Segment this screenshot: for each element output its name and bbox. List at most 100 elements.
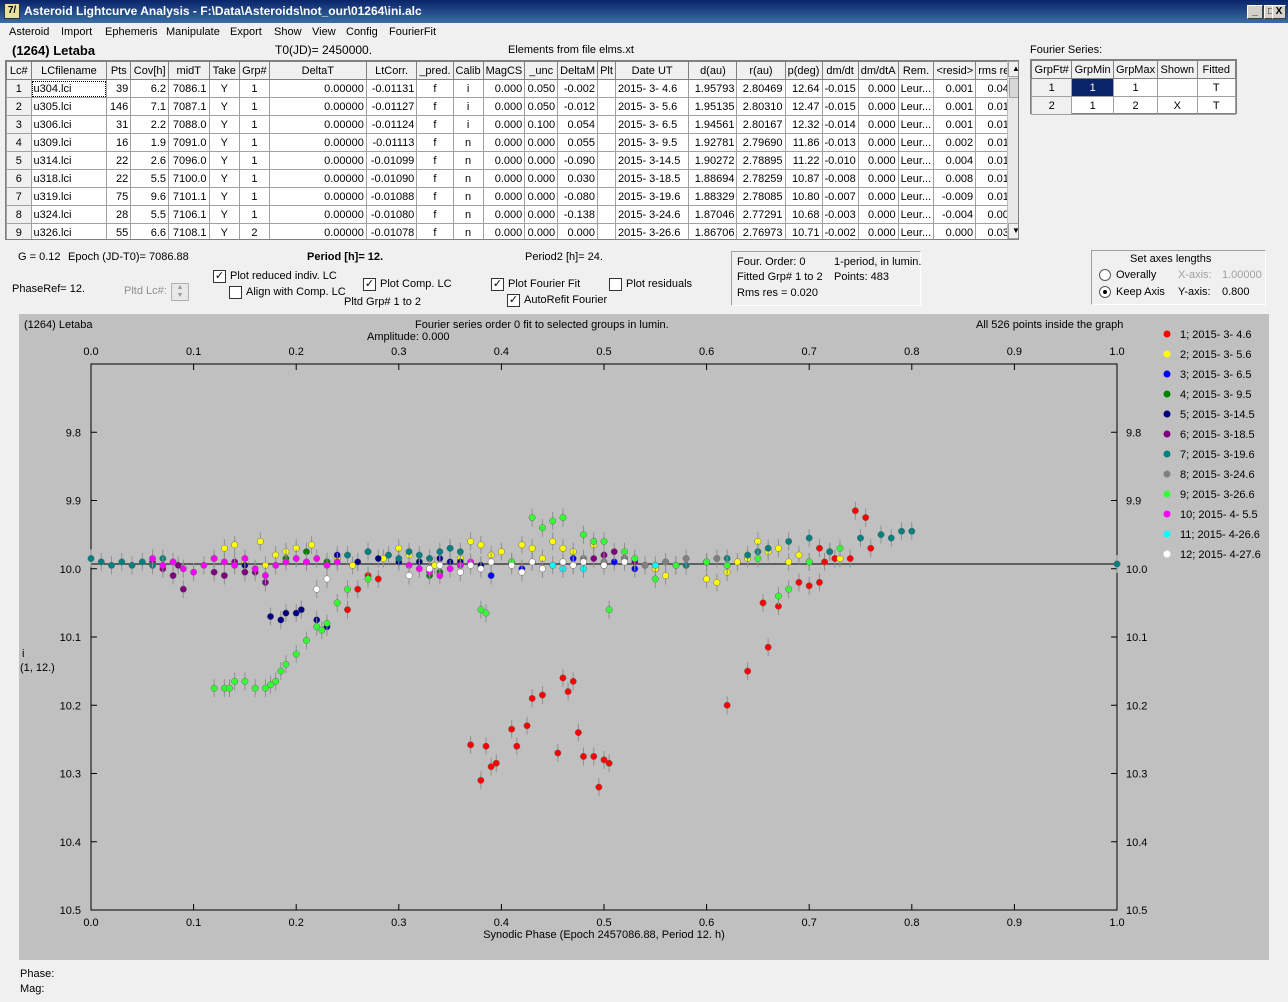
table-cell[interactable]: 1.90272 [688, 151, 738, 170]
table-cell[interactable]: -0.013 [821, 133, 859, 152]
table-cell[interactable]: f [416, 79, 454, 98]
table-cell[interactable]: -0.090 [557, 151, 599, 170]
table-cell[interactable]: 2.78259 [736, 169, 786, 188]
phaseref-value[interactable]: PhaseRef= 12. [12, 283, 85, 295]
column-header[interactable]: Calib [452, 61, 484, 80]
table-cell[interactable]: 1.95793 [688, 79, 738, 98]
table-cell[interactable]: -0.01113 [365, 133, 418, 152]
table-cell[interactable]: 5.5 [130, 205, 170, 224]
table-cell[interactable]: f [416, 187, 454, 206]
table-row[interactable]: 2 u305.lci 146 7.1 7087.1 Y 1 0.00000 -0.01127 f i… [6, 97, 1018, 116]
table-cell[interactable]: 2.80469 [736, 79, 786, 98]
table-cell[interactable]: 7101.1 [168, 187, 210, 206]
table-cell[interactable]: 0.000 [482, 151, 526, 170]
table-row[interactable]: 9 u326.lci 55 6.6 7108.1 Y 2 0.00000 -0.01078 f n 0… [6, 223, 1018, 239]
column-header[interactable]: Rem. [897, 61, 935, 80]
table-cell[interactable]: 0.000 [524, 187, 559, 206]
table-cell[interactable] [597, 115, 616, 134]
table-cell[interactable]: 7108.1 [168, 223, 210, 239]
table-cell[interactable]: f [416, 205, 454, 224]
table-cell[interactable]: n [452, 151, 484, 170]
period2-value[interactable]: Period2 [h]= 24. [525, 251, 603, 263]
table-cell[interactable]: Y [208, 133, 240, 152]
menu-import[interactable]: Import [61, 26, 92, 38]
table-cell[interactable]: n [452, 223, 484, 239]
column-header[interactable]: d(au) [688, 61, 738, 80]
table-row[interactable]: 8 u324.lci 28 5.5 7106.1 Y 1 0.00000 -0.01080 f n 0… [6, 205, 1018, 224]
column-header[interactable]: Grp# [238, 61, 270, 80]
table-cell[interactable]: 1.86706 [688, 223, 738, 239]
table-cell[interactable]: 75 [106, 187, 132, 206]
row-header[interactable]: 6 [6, 169, 32, 188]
table-cell[interactable]: Y [208, 115, 240, 134]
table-cell[interactable]: 2015- 3-24.6 [614, 205, 690, 224]
table-cell[interactable]: -0.010 [821, 151, 859, 170]
plot-fourier-checkbox[interactable]: ✓ [491, 278, 504, 291]
table-cell[interactable]: 0.050 [524, 97, 559, 116]
table-cell[interactable]: 7088.0 [168, 115, 210, 134]
table-cell[interactable]: -0.007 [821, 187, 859, 206]
column-header[interactable]: DeltaM [557, 61, 599, 80]
table-cell[interactable]: 2015- 3- 5.6 [614, 97, 690, 116]
table-cell[interactable]: 0.00000 [268, 223, 367, 239]
table-cell[interactable]: 0.000 [857, 151, 899, 170]
menu-config[interactable]: Config [346, 26, 378, 38]
table-cell[interactable]: 1 [238, 187, 270, 206]
table-cell[interactable]: Leur... [897, 79, 935, 98]
table-cell[interactable]: -0.01131 [365, 79, 418, 98]
table-cell[interactable]: u326.lci [30, 223, 108, 239]
table-cell[interactable]: -0.002 [557, 79, 599, 98]
table-cell[interactable]: 0.000 [482, 187, 526, 206]
table-cell[interactable]: u324.lci [30, 205, 108, 224]
table-cell[interactable]: 1.88694 [688, 169, 738, 188]
column-header[interactable]: Plt [597, 61, 616, 80]
table-cell[interactable] [597, 223, 616, 239]
table-cell[interactable]: f [416, 151, 454, 170]
table-row[interactable]: 1 u304.lci 39 6.2 7086.1 Y 1 0.00000 -0.01131 f i 0… [6, 79, 1018, 98]
table-cell[interactable]: -0.014 [821, 115, 859, 134]
plot-comp-checkbox[interactable]: ✓ [363, 278, 376, 291]
table-cell[interactable]: 146 [106, 97, 132, 116]
scroll-thumb[interactable] [1009, 78, 1018, 98]
fourier-column-header[interactable]: GrpMax [1112, 60, 1159, 79]
table-cell[interactable]: 1.95135 [688, 97, 738, 116]
column-header[interactable]: Lc# [6, 61, 32, 80]
table-cell[interactable]: -0.01090 [365, 169, 418, 188]
column-header[interactable]: dm/dt [821, 61, 859, 80]
table-cell[interactable]: 0.000 [857, 79, 899, 98]
row-header[interactable]: 4 [6, 133, 32, 152]
table-cell[interactable]: n [452, 169, 484, 188]
autorefit-checkbox[interactable]: ✓ [507, 294, 520, 307]
table-cell[interactable]: 0.00000 [268, 187, 367, 206]
table-cell[interactable]: 0.001 [933, 97, 977, 116]
table-cell[interactable]: 0.030 [557, 169, 599, 188]
table-cell[interactable]: 10.87 [784, 169, 823, 188]
fourier-cell[interactable]: 2 [1112, 96, 1159, 115]
table-cell[interactable]: 31 [106, 115, 132, 134]
table-cell[interactable]: 0.054 [557, 115, 599, 134]
plot-reduced-checkbox[interactable]: ✓ [213, 270, 226, 283]
table-cell[interactable]: Leur... [897, 115, 935, 134]
table-cell[interactable]: 0.000 [524, 205, 559, 224]
table-cell[interactable]: 0.001 [933, 115, 977, 134]
minimize-button[interactable]: _ [1247, 5, 1263, 19]
table-cell[interactable]: 7.1 [130, 97, 170, 116]
table-cell[interactable]: n [452, 205, 484, 224]
table-cell[interactable]: 0.00000 [268, 151, 367, 170]
table-cell[interactable]: 1 [238, 151, 270, 170]
table-cell[interactable]: 0.000 [857, 133, 899, 152]
fourier-cell[interactable]: 1 [1112, 78, 1159, 97]
table-cell[interactable]: 2015- 3-18.5 [614, 169, 690, 188]
table-cell[interactable]: 0.00000 [268, 205, 367, 224]
fourier-cell[interactable]: T [1196, 96, 1237, 115]
fourier-cell[interactable]: 1 [1071, 96, 1114, 115]
table-cell[interactable]: 11.22 [784, 151, 823, 170]
row-header[interactable]: 9 [6, 223, 32, 239]
table-cell[interactable] [597, 169, 616, 188]
table-cell[interactable]: Y [208, 223, 240, 239]
table-cell[interactable]: 1 [238, 133, 270, 152]
table-cell[interactable]: -0.002 [821, 223, 859, 239]
table-cell[interactable]: 0.00000 [268, 169, 367, 188]
table-cell[interactable]: Leur... [897, 169, 935, 188]
table-cell[interactable]: 0.001 [933, 79, 977, 98]
